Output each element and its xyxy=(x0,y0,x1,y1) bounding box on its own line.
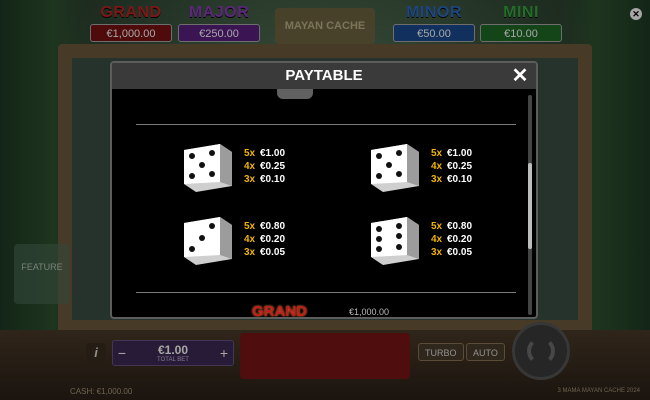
payout-line: 4x €0.25 xyxy=(431,160,472,173)
payout-multiplier: 4x xyxy=(431,161,443,172)
dice-three-icon xyxy=(184,217,232,265)
grand-jackpot-label: GRAND xyxy=(252,303,307,319)
payout-amount: €0.80 xyxy=(260,221,286,232)
payout-amount: €0.25 xyxy=(260,161,286,172)
dice-five-icon xyxy=(371,144,419,192)
payout-amount: €0.10 xyxy=(447,174,473,185)
payout-multiplier: 5x xyxy=(244,148,256,159)
payout-line: 3x €0.05 xyxy=(431,246,472,259)
payout-amount: €0.25 xyxy=(447,161,473,172)
paytable-title: PAYTABLE xyxy=(285,67,363,84)
payout-amount: €0.10 xyxy=(260,174,286,185)
payout-multiplier: 4x xyxy=(244,161,256,172)
payout-lines: 5x €0.80 4x €0.20 3x €0.05 xyxy=(244,220,285,259)
payout-lines: 5x €0.80 4x €0.20 3x €0.05 xyxy=(431,220,472,259)
payout-lines: 5x €1.00 4x €0.25 3x €0.10 xyxy=(431,147,472,186)
payout-amount: €0.20 xyxy=(260,234,286,245)
paytable-item: 5x €0.80 4x €0.20 3x €0.05 xyxy=(180,211,340,271)
payout-multiplier: 4x xyxy=(244,234,256,245)
paytable-modal: PAYTABLE ✕ 5x €1.00 4x €0.25 3x €0.10 5x… xyxy=(110,61,538,319)
payout-multiplier: 3x xyxy=(244,174,256,185)
payout-amount: €1.00 xyxy=(447,148,473,159)
divider xyxy=(136,124,516,125)
payout-line: 5x €1.00 xyxy=(431,147,472,160)
payout-line: 5x €0.80 xyxy=(244,220,285,233)
grand-jackpot-amount: €1,000.00 xyxy=(349,307,390,317)
payout-multiplier: 4x xyxy=(431,234,443,245)
payout-multiplier: 5x xyxy=(431,148,443,159)
divider xyxy=(136,292,516,293)
payout-multiplier: 3x xyxy=(431,247,443,258)
payout-amount: €0.80 xyxy=(447,221,473,232)
dice-six-icon xyxy=(371,217,419,265)
payout-line: 5x €1.00 xyxy=(244,147,285,160)
payout-multiplier: 3x xyxy=(431,174,443,185)
payout-amount: €1.00 xyxy=(260,148,286,159)
payout-multiplier: 5x xyxy=(431,221,443,232)
payout-multiplier: 3x xyxy=(244,247,256,258)
paytable-scrollbar-thumb[interactable] xyxy=(528,163,532,249)
dice-partial-icon xyxy=(277,89,313,99)
payout-line: 5x €0.80 xyxy=(431,220,472,233)
payout-line: 4x €0.20 xyxy=(431,233,472,246)
payout-line: 3x €0.10 xyxy=(244,173,285,186)
paytable-item: 5x €1.00 4x €0.25 3x €0.10 xyxy=(367,138,527,198)
paytable-item: 5x €1.00 4x €0.25 3x €0.10 xyxy=(180,138,340,198)
payout-amount: €0.05 xyxy=(260,247,286,258)
dice-five-icon xyxy=(184,144,232,192)
payout-line: 3x €0.10 xyxy=(431,173,472,186)
payout-line: 4x €0.25 xyxy=(244,160,285,173)
payout-line: 4x €0.20 xyxy=(244,233,285,246)
paytable-header: PAYTABLE ✕ xyxy=(112,63,536,89)
paytable-item: 5x €0.80 4x €0.20 3x €0.05 xyxy=(367,211,527,271)
payout-amount: €0.05 xyxy=(447,247,473,258)
payout-lines: 5x €1.00 4x €0.25 3x €0.10 xyxy=(244,147,285,186)
payout-amount: €0.20 xyxy=(447,234,473,245)
payout-multiplier: 5x xyxy=(244,221,256,232)
payout-line: 3x €0.05 xyxy=(244,246,285,259)
close-x-icon[interactable]: ✕ xyxy=(510,63,530,89)
